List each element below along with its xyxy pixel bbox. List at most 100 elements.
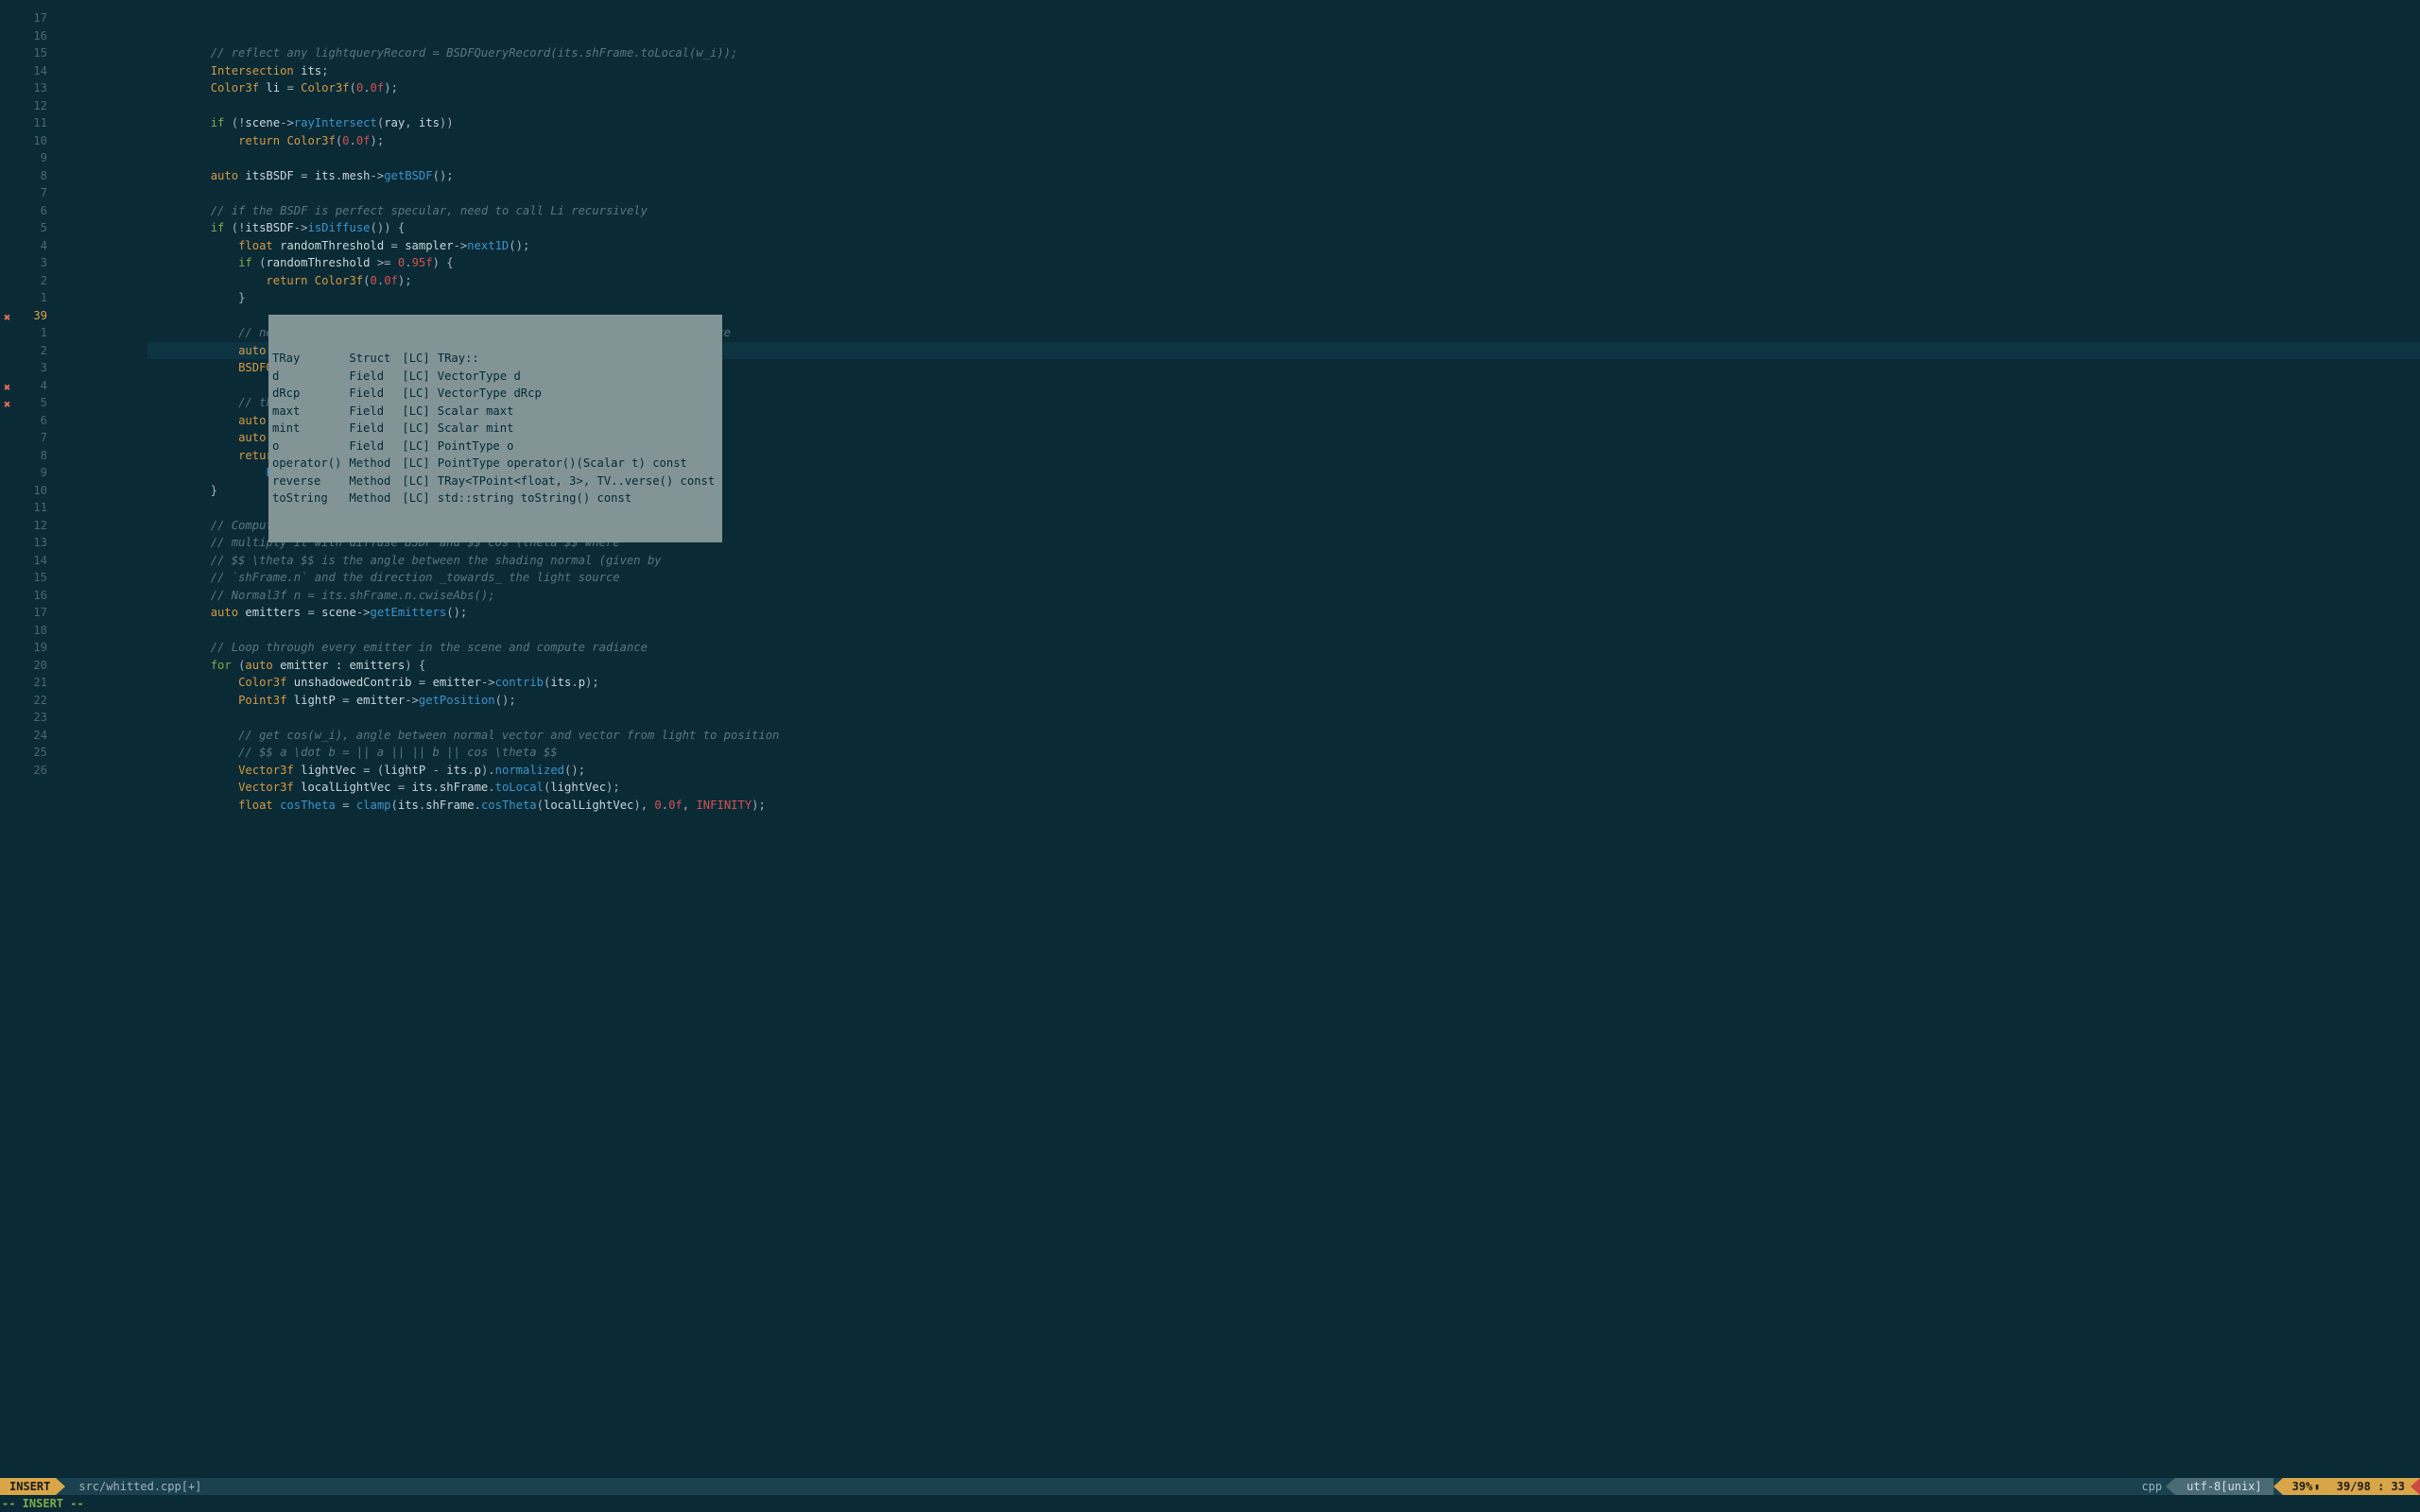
line-number: 15 xyxy=(0,569,47,587)
completion-src: [LC] xyxy=(402,490,437,507)
code-line[interactable]: // $$ a \dot b = || a || || b || cos \th… xyxy=(147,744,2420,762)
completion-name: TRay xyxy=(268,350,349,368)
completion-name: d xyxy=(268,368,349,386)
line-number: 7 xyxy=(0,184,47,202)
completion-kind: Field xyxy=(349,385,402,403)
line-number: 4 xyxy=(0,237,47,255)
code-line[interactable]: Intersection its; xyxy=(147,62,2420,80)
code-line[interactable] xyxy=(147,622,2420,640)
code-line[interactable]: if (!itsBSDF->isDiffuse()) { xyxy=(147,219,2420,237)
completion-item[interactable]: oField[LC]PointType o xyxy=(268,438,722,455)
completion-detail: std::string toString() const xyxy=(438,490,723,507)
completion-item[interactable]: maxtField[LC]Scalar maxt xyxy=(268,403,722,421)
line-number: 23 xyxy=(0,709,47,727)
code-line[interactable]: // if the BSDF is perfect specular, need… xyxy=(147,202,2420,220)
completion-name: dRcp xyxy=(268,385,349,403)
code-line[interactable]: Vector3f localLightVec = its.shFrame.toL… xyxy=(147,779,2420,797)
line-number: 9 xyxy=(0,149,47,167)
warning-flag-icon xyxy=(2411,1478,2420,1495)
line-number: 12 xyxy=(0,517,47,535)
code-line[interactable] xyxy=(147,184,2420,202)
line-number: 16 xyxy=(0,587,47,605)
line-number: 21 xyxy=(0,674,47,692)
code-line[interactable]: if (!scene->rayIntersect(ray, its)) xyxy=(147,114,2420,132)
line-number: 22 xyxy=(0,692,47,710)
code-line[interactable]: // `shFrame.n` and the direction _toward… xyxy=(147,569,2420,587)
completion-item[interactable]: TRayStruct[LC]TRay:: xyxy=(268,350,722,368)
code-line[interactable] xyxy=(147,97,2420,115)
encoding-label: utf-8[unix] xyxy=(2187,1478,2261,1495)
code-line[interactable]: float randomThreshold = sampler->next1D(… xyxy=(147,237,2420,255)
code-line[interactable]: // reflect any lightqueryRecord = BSDFQu… xyxy=(147,44,2420,62)
editor-viewport[interactable]: 1716151413121110987654321✖39123✖4✖567891… xyxy=(0,0,2420,1478)
completion-item[interactable]: dField[LC]VectorType d xyxy=(268,368,722,386)
code-line[interactable]: for (auto emitter : emitters) { xyxy=(147,657,2420,675)
completion-item[interactable]: mintField[LC]Scalar mint xyxy=(268,420,722,438)
code-line[interactable]: Color3f unshadowedContrib = emitter->con… xyxy=(147,674,2420,692)
code-line[interactable]: // Normal3f n = its.shFrame.n.cwiseAbs()… xyxy=(147,587,2420,605)
code-area[interactable]: // reflect any lightqueryRecord = BSDFQu… xyxy=(53,0,2420,1478)
pos-sep: : xyxy=(2371,1478,2392,1495)
line-number: 2 xyxy=(0,342,47,360)
completion-name: maxt xyxy=(268,403,349,421)
code-line[interactable]: } xyxy=(147,289,2420,307)
completion-item[interactable]: toStringMethod[LC]std::string toString()… xyxy=(268,490,722,507)
line-number: 8 xyxy=(0,447,47,465)
completion-name: mint xyxy=(268,420,349,438)
completion-src: [LC] xyxy=(402,455,437,472)
separator-icon xyxy=(2166,1478,2175,1495)
completion-detail: TRay:: xyxy=(438,350,723,368)
line-number: 24 xyxy=(0,727,47,745)
line-number-gutter: 1716151413121110987654321✖39123✖4✖567891… xyxy=(0,0,53,1478)
code-line[interactable]: auto emitters = scene->getEmitters(); xyxy=(147,604,2420,622)
completion-src: [LC] xyxy=(402,385,437,403)
file-path: src/whitted.cpp[+] xyxy=(78,1478,201,1495)
code-line[interactable]: Point3f lightP = emitter->getPosition(); xyxy=(147,692,2420,710)
completion-src: [LC] xyxy=(402,472,437,490)
line-number: 26 xyxy=(0,762,47,780)
mode-label: INSERT xyxy=(9,1478,50,1495)
completion-src: [LC] xyxy=(402,438,437,455)
col-pos: 33 xyxy=(2392,1478,2405,1495)
code-line[interactable] xyxy=(147,149,2420,167)
line-number: 16 xyxy=(0,27,47,45)
completion-kind: Method xyxy=(349,490,402,507)
cmdline-text: -- INSERT -- xyxy=(2,1497,84,1510)
completion-kind: Method xyxy=(349,472,402,490)
code-line[interactable]: return Color3f(0.0f); xyxy=(147,272,2420,290)
completion-src: [LC] xyxy=(402,403,437,421)
completion-name: toString xyxy=(268,490,349,507)
completion-item[interactable]: reverseMethod[LC]TRay<TPoint<float, 3>, … xyxy=(268,472,722,490)
completion-detail: Scalar mint xyxy=(438,420,723,438)
code-line[interactable]: return Color3f(0.0f); xyxy=(147,132,2420,150)
completion-src: [LC] xyxy=(402,420,437,438)
completion-popup[interactable]: TRayStruct[LC]TRay::dField[LC]VectorType… xyxy=(268,315,722,542)
line-number: 11 xyxy=(0,114,47,132)
scroll-thumb-icon xyxy=(2312,1477,2319,1496)
code-line[interactable]: // Loop through every emitter in the sce… xyxy=(147,639,2420,657)
completion-detail: PointType o xyxy=(438,438,723,455)
position-segment: 39/98 : 33 xyxy=(2329,1478,2420,1495)
line-number: 25 xyxy=(0,744,47,762)
completion-kind: Struct xyxy=(349,350,402,368)
code-line[interactable]: Color3f li = Color3f(0.0f); xyxy=(147,79,2420,97)
code-line[interactable]: auto itsBSDF = its.mesh->getBSDF(); xyxy=(147,167,2420,185)
line-number: 6 xyxy=(0,412,47,430)
code-line[interactable]: Vector3f lightVec = (lightP - its.p).nor… xyxy=(147,762,2420,780)
percent-segment: 39% xyxy=(2283,1478,2329,1495)
completion-item[interactable]: operator()Method[LC]PointType operator()… xyxy=(268,455,722,472)
code-line[interactable] xyxy=(147,709,2420,727)
code-line[interactable]: // $$ \theta $$ is the angle between the… xyxy=(147,552,2420,570)
line-number: 17 xyxy=(0,604,47,622)
line-number: ✖4 xyxy=(0,377,47,395)
line-number: 2 xyxy=(0,272,47,290)
separator-icon xyxy=(2273,1478,2283,1495)
completion-name: o xyxy=(268,438,349,455)
status-bar: INSERT src/whitted.cpp[+] cpp utf-8[unix… xyxy=(0,1478,2420,1495)
completion-detail: TRay<TPoint<float, 3>, TV..verse() const xyxy=(438,472,723,490)
completion-name: reverse xyxy=(268,472,349,490)
completion-item[interactable]: dRcpField[LC]VectorType dRcp xyxy=(268,385,722,403)
code-line[interactable]: if (randomThreshold >= 0.95f) { xyxy=(147,254,2420,272)
code-line[interactable]: float cosTheta = clamp(its.shFrame.cosTh… xyxy=(147,797,2420,815)
code-line[interactable]: // get cos(w_i), angle between normal ve… xyxy=(147,727,2420,745)
